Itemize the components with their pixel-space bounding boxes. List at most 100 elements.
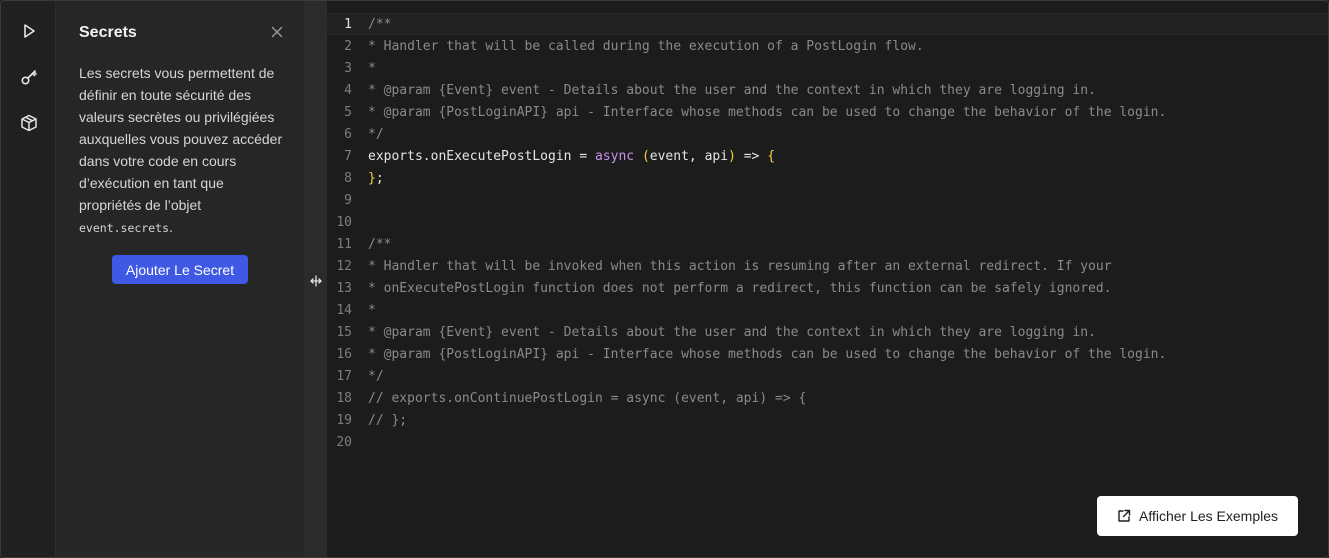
code-token: // exports.onContinuePostLogin = async (… (368, 390, 807, 406)
secrets-panel: Secrets Les secrets vous permettent de d… (56, 1, 304, 557)
resize-horizontal-icon (310, 275, 322, 287)
code-text: // }; (368, 413, 407, 428)
code-text: * @param {PostLoginAPI} api - Interface … (368, 105, 1166, 120)
line-number: 4 (344, 82, 352, 98)
code-line[interactable]: 20 (327, 431, 1328, 453)
code-text: /** (368, 17, 391, 32)
code-token: } (368, 170, 376, 186)
action-editor-window: Secrets Les secrets vous permettent de d… (0, 0, 1329, 558)
code-line[interactable]: 10 (327, 211, 1328, 233)
code-token: */ (368, 368, 384, 384)
description-text: Les secrets vous permettent de définir e… (79, 65, 283, 213)
panel-splitter (304, 1, 327, 557)
code-text: */ (368, 369, 384, 384)
code-text: * @param {Event} event - Details about t… (368, 83, 1096, 98)
close-panel-button[interactable] (268, 23, 286, 41)
code-token: ; (375, 170, 384, 186)
code-text: /** (368, 237, 391, 252)
show-examples-button[interactable]: Afficher Les Exemples (1097, 496, 1298, 536)
description-end: . (169, 219, 173, 235)
code-line[interactable]: 6 */ (327, 123, 1328, 145)
code-token: * @param {PostLoginAPI} api - Interface … (368, 346, 1167, 362)
add-secret-button[interactable]: Ajouter Le Secret (112, 255, 248, 284)
panel-description: Les secrets vous permettent de définir e… (79, 62, 284, 239)
line-number: 1 (344, 16, 352, 32)
code-line[interactable]: 1 /** (327, 13, 1328, 35)
code-text: exports.onExecutePostLogin = async (even… (368, 149, 775, 164)
line-number: 16 (336, 346, 352, 362)
code-text: * @param {Event} event - Details about t… (368, 325, 1096, 340)
line-number: 11 (336, 236, 352, 252)
code-token: * (368, 302, 376, 318)
code-token: * @param {Event} event - Details about t… (368, 324, 1096, 340)
line-number: 12 (336, 258, 352, 274)
code-line[interactable]: 15 * @param {Event} event - Details about… (327, 321, 1328, 343)
code-token: ( (641, 148, 650, 164)
line-number: 17 (336, 368, 352, 384)
key-icon (21, 70, 37, 85)
code-token: async (594, 148, 635, 164)
code-token: => (735, 148, 768, 164)
code-token: * @param {Event} event - Details about t… (368, 82, 1096, 98)
code-text: // exports.onContinuePostLogin = async (… (368, 391, 806, 406)
code-token: * (368, 60, 376, 76)
panel-title: Secrets (79, 24, 137, 41)
code-line[interactable]: 14 * (327, 299, 1328, 321)
line-number: 2 (344, 38, 352, 54)
code-line[interactable]: 19 // }; (327, 409, 1328, 431)
line-number: 15 (336, 324, 352, 340)
package-icon (21, 114, 37, 132)
run-button[interactable] (15, 17, 43, 45)
line-number: 13 (336, 280, 352, 296)
code-editor[interactable]: 1 /** 2 * Handler that will be called durin… (327, 1, 1328, 557)
code-line[interactable]: 7 exports.onExecutePostLogin = async (eve… (327, 145, 1328, 167)
line-number: 10 (336, 214, 352, 230)
dependencies-button[interactable] (15, 109, 43, 137)
code-line[interactable]: 11 /** (327, 233, 1328, 255)
external-link-icon (1118, 509, 1131, 522)
code-text: }; (368, 171, 384, 186)
code-line[interactable]: 3 * (327, 57, 1328, 79)
code-line[interactable]: 16 * @param {PostLoginAPI} api - Interfac… (327, 343, 1328, 365)
code-text: * Handler that will be called during the… (368, 39, 924, 54)
close-icon (271, 26, 283, 38)
play-icon (24, 24, 35, 38)
code-line[interactable]: 12 * Handler that will be invoked when th… (327, 255, 1328, 277)
code-token: * @param {PostLoginAPI} api - Interface … (368, 104, 1167, 120)
code-token: event, api (649, 148, 729, 164)
code-token: { (767, 148, 776, 164)
code-line[interactable]: 13 * onExecutePostLogin function does not… (327, 277, 1328, 299)
line-number: 5 (344, 104, 352, 120)
code-line[interactable]: 8}; (327, 167, 1328, 189)
code-token: ) (728, 148, 736, 164)
line-number: 18 (336, 390, 352, 406)
code-text: * Handler that will be invoked when this… (368, 259, 1112, 274)
resize-handle[interactable] (309, 273, 323, 289)
line-number: 3 (344, 60, 352, 76)
secrets-button[interactable] (15, 63, 43, 91)
line-number: 9 (344, 192, 352, 208)
code-line[interactable]: 17 */ (327, 365, 1328, 387)
tool-rail (1, 1, 56, 557)
code-line[interactable]: 2 * Handler that will be called during th… (327, 35, 1328, 57)
line-number: 14 (336, 302, 352, 318)
code-token: * onExecutePostLogin function does not p… (368, 280, 1112, 296)
code-line[interactable]: 18 // exports.onContinuePostLogin = async… (327, 387, 1328, 409)
code-token: // }; (368, 412, 408, 428)
code-text: * (368, 303, 376, 318)
line-number: 19 (336, 412, 352, 428)
code-line[interactable]: 9 (327, 189, 1328, 211)
code-token: * Handler that will be called during the… (368, 38, 924, 54)
code-text: * (368, 61, 376, 76)
code-line[interactable]: 4 * @param {Event} event - Details about … (327, 79, 1328, 101)
code-line[interactable]: 5 * @param {PostLoginAPI} api - Interface… (327, 101, 1328, 123)
description-code: event.secrets (79, 221, 170, 235)
code-text: * onExecutePostLogin function does not p… (368, 281, 1112, 296)
line-number: 6 (344, 126, 352, 142)
code-token: */ (368, 126, 384, 142)
show-examples-label: Afficher Les Exemples (1138, 508, 1279, 524)
code-token: exports.onExecutePostLogin = (368, 148, 595, 164)
line-number: 20 (336, 434, 352, 450)
code-text: */ (368, 127, 384, 142)
